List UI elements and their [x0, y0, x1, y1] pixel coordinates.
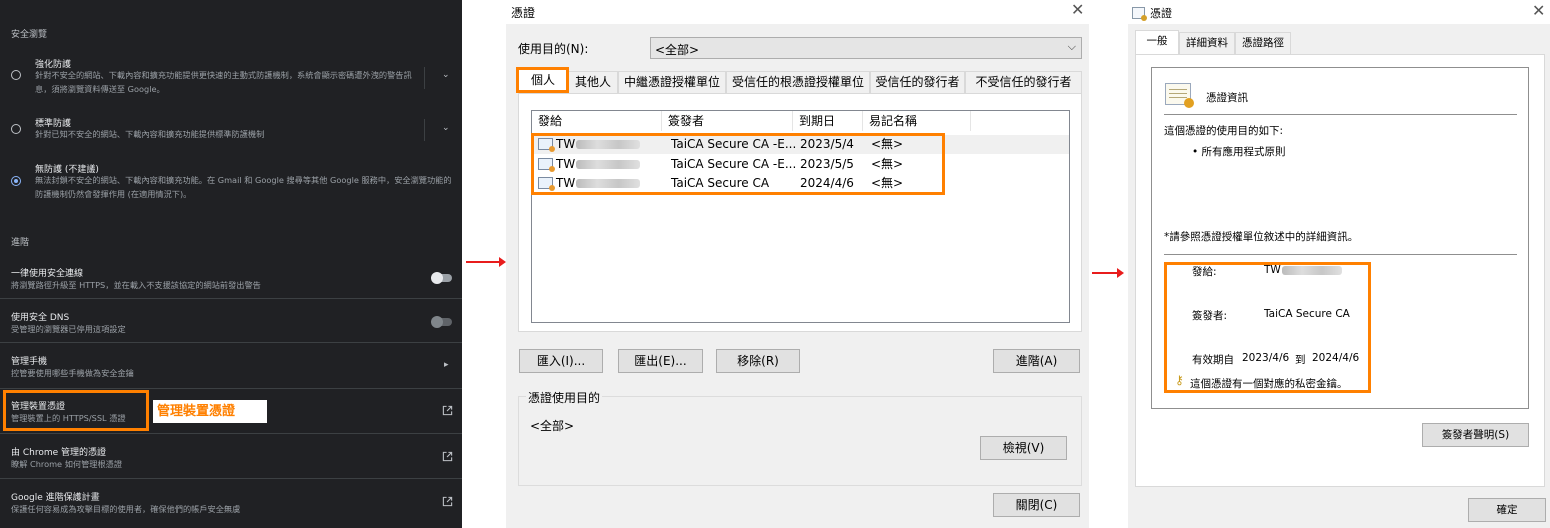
view-button[interactable]: 檢視(V)	[980, 436, 1067, 460]
import-button[interactable]: 匯入(I)...	[519, 349, 603, 373]
purpose-item: • 所有應用程式原則	[1192, 146, 1286, 158]
info-heading: 憑證資訊	[1206, 92, 1248, 104]
divider	[424, 119, 425, 141]
radio-standard[interactable]	[11, 124, 21, 134]
title-bar	[506, 0, 1089, 24]
external-link-icon[interactable]	[442, 451, 453, 462]
divider	[0, 388, 462, 389]
setting-desc: 受管理的瀏覽器已停用這項設定	[11, 324, 126, 334]
certificate-manager-window: 憑證 ✕ 使用目的(N): <全部> ⌵ 個人 其他人 中繼憑證授權單位 受信任…	[506, 0, 1089, 528]
purpose-group-value: <全部>	[530, 419, 575, 433]
list-header: 發給 簽發者 到期日 易記名稱	[532, 111, 1069, 131]
composite-screenshot: 安全瀏覽 強化防護 針對不安全的網站、下載內容和擴充功能提供更快速的主動式防護機…	[0, 0, 1550, 528]
tab-trusted-publishers[interactable]: 受信任的發行者	[870, 71, 965, 93]
highlight-certificate-details	[1164, 262, 1371, 393]
export-button[interactable]: 匯出(E)...	[618, 349, 703, 373]
chevron-down-icon: ⌵	[1067, 40, 1076, 53]
flow-arrow-icon	[1092, 268, 1124, 278]
flow-arrow-icon	[466, 257, 506, 267]
chevron-right-icon: ▸	[444, 360, 449, 370]
store-tabs: 個人 其他人 中繼憑證授權單位 受信任的根憑證授權單位 受信任的發行者 不受信任…	[518, 69, 1082, 95]
callout-label: 管理裝置憑證	[153, 400, 267, 423]
divider	[1164, 114, 1517, 115]
external-link-icon[interactable]	[442, 496, 453, 507]
tab-general[interactable]: 一般	[1135, 30, 1179, 54]
title-bar	[1128, 0, 1550, 24]
ok-button[interactable]: 確定	[1468, 498, 1546, 522]
purpose-select[interactable]: <全部> ⌵	[650, 37, 1082, 59]
detail-tabs: 一般 詳細資料 憑證路徑	[1135, 30, 1543, 54]
setting-desc: 控管要使用哪些手機做為安全金鑰	[11, 368, 134, 378]
certificate-icon	[1165, 83, 1194, 108]
divider	[0, 433, 462, 434]
tab-intermediate-ca[interactable]: 中繼憑證授權單位	[618, 71, 726, 93]
certificate-detail-window: 憑證 ✕ 一般 詳細資料 憑證路徑 憑證資訊 這個憑證的使用目的如下: • 所有…	[1128, 0, 1550, 528]
issuer-statement-button[interactable]: 簽發者聲明(S)	[1422, 423, 1529, 447]
chrome-security-settings: 安全瀏覽 強化防護 針對不安全的網站、下載內容和擴充功能提供更快速的主動式防護機…	[0, 0, 462, 528]
toggle-https[interactable]	[431, 272, 452, 284]
tab-trusted-root[interactable]: 受信任的根憑證授權單位	[726, 71, 870, 93]
setting-title: 使用安全 DNS	[11, 313, 70, 323]
divider	[1164, 254, 1517, 255]
highlight-certificate-rows	[531, 133, 945, 195]
divider	[424, 67, 425, 89]
setting-title: 一律使用安全連線	[11, 269, 84, 279]
advanced-button[interactable]: 進階(A)	[993, 349, 1080, 373]
remove-button[interactable]: 移除(R)	[716, 349, 800, 373]
setting-title: 管理手機	[11, 357, 48, 367]
external-link-icon[interactable]	[442, 405, 453, 416]
radio-no-protection[interactable]	[11, 176, 21, 186]
purpose-intro: 這個憑證的使用目的如下:	[1164, 125, 1284, 137]
tab-untrusted-publishers[interactable]: 不受信任的發行者	[965, 71, 1082, 93]
section-safe-browsing: 安全瀏覽	[11, 30, 48, 40]
tab-other-people[interactable]: 其他人	[568, 71, 618, 93]
close-icon[interactable]: ✕	[1071, 0, 1084, 19]
setting-desc: 瞭解 Chrome 如何管理根憑證	[11, 459, 123, 469]
certificate-icon	[1132, 7, 1147, 21]
column-expiry[interactable]: 到期日	[793, 111, 863, 131]
highlight-manage-certificates	[3, 390, 149, 431]
purpose-label: 使用目的(N):	[518, 42, 589, 56]
close-button[interactable]: 關閉(C)	[993, 493, 1080, 517]
setting-title: 由 Chrome 管理的憑證	[11, 448, 107, 458]
close-icon[interactable]: ✕	[1532, 1, 1545, 20]
column-issued-to[interactable]: 發給	[532, 111, 662, 131]
divider	[0, 342, 462, 343]
column-friendly-name[interactable]: 易記名稱	[863, 111, 971, 131]
divider	[0, 478, 462, 479]
column-issuer[interactable]: 簽發者	[662, 111, 793, 131]
window-title: 憑證	[511, 6, 536, 20]
window-title: 憑證	[1150, 7, 1172, 20]
radio-enhanced[interactable]	[11, 70, 21, 80]
purpose-select-value: <全部>	[655, 43, 700, 57]
divider	[0, 298, 462, 299]
tab-details[interactable]: 詳細資料	[1179, 32, 1235, 54]
highlight-personal-tab	[516, 67, 569, 93]
option-desc: 針對不安全的網站、下載內容和擴充功能提供更快速的主動式防護機制，系統會顯示密碼遭…	[35, 70, 412, 94]
toggle-dns[interactable]	[431, 316, 452, 328]
tab-cert-path[interactable]: 憑證路徑	[1235, 32, 1291, 54]
chevron-down-icon[interactable]: ⌄	[442, 70, 450, 80]
tab-panel: 發給 簽發者 到期日 易記名稱 TW TaiCA Secure CA -E...…	[518, 93, 1082, 332]
setting-desc: 保護任何容易成為攻擊目標的使用者，確保他們的帳戶安全無虞	[11, 504, 241, 514]
setting-desc: 將瀏覽路徑升級至 HTTPS，並在載入不支援該協定的網站前發出警告	[11, 280, 261, 290]
section-advanced: 進階	[11, 238, 30, 248]
setting-title: Google 進階保護計畫	[11, 493, 100, 503]
option-desc: 無法封鎖不安全的網站、下載內容和擴充功能。在 Gmail 和 Google 搜尋…	[35, 175, 452, 199]
info-note: *請參照憑證授權單位敘述中的詳細資訊。	[1164, 231, 1359, 243]
purpose-group-title: 憑證使用目的	[526, 389, 603, 406]
chevron-down-icon[interactable]: ⌄	[442, 123, 450, 133]
option-desc: 針對已知不安全的網站、下載內容和擴充功能提供標準防護機制	[35, 129, 265, 139]
